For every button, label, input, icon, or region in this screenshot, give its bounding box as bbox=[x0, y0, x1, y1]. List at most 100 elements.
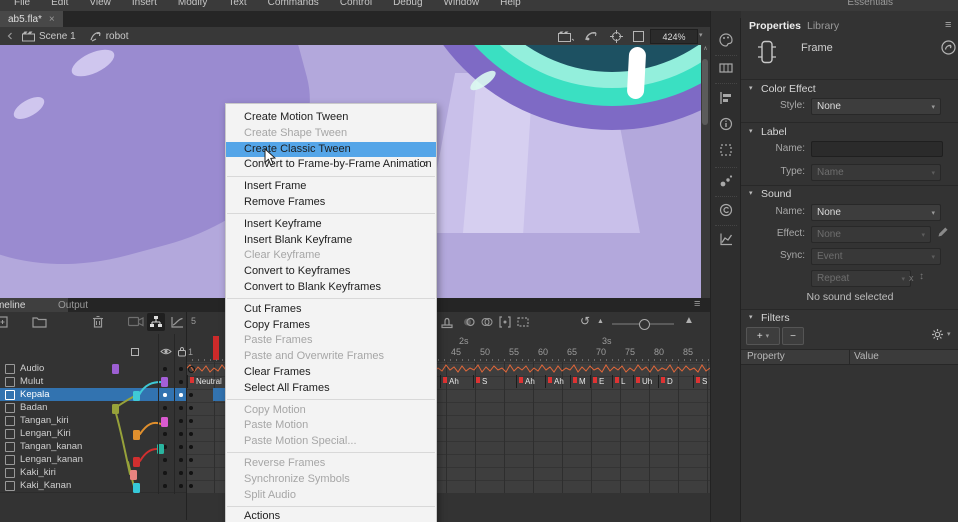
menu-window[interactable]: Window bbox=[444, 0, 480, 8]
mulut-keyframe[interactable]: Uh bbox=[633, 375, 659, 388]
menu-file[interactable]: File bbox=[14, 0, 30, 8]
new-folder-icon[interactable] bbox=[32, 315, 47, 328]
menu-item-cut-frames[interactable]: Cut Frames bbox=[226, 302, 436, 318]
style-select[interactable]: None ▾ bbox=[811, 98, 941, 115]
menu-debug[interactable]: Debug bbox=[393, 0, 422, 8]
remove-filter-button[interactable]: − bbox=[782, 327, 804, 345]
onion-skin-outlines-icon[interactable] bbox=[480, 315, 494, 329]
mulut-keyframe[interactable]: Neutral bbox=[187, 375, 224, 388]
center-stage-icon[interactable] bbox=[610, 30, 623, 43]
eye-icon[interactable] bbox=[160, 347, 172, 356]
document-tab[interactable]: ab5.fla* × bbox=[0, 11, 63, 27]
breadcrumb-symbol[interactable]: robot bbox=[106, 31, 129, 42]
menu-view[interactable]: View bbox=[89, 0, 111, 8]
close-tab-icon[interactable]: × bbox=[49, 14, 55, 25]
menu-item-create-motion-tween[interactable]: Create Motion Tween bbox=[226, 110, 436, 126]
pencil-icon[interactable] bbox=[937, 226, 949, 238]
stage-rotation-icon[interactable] bbox=[584, 30, 599, 42]
sound-name-select[interactable]: None ▾ bbox=[811, 204, 941, 221]
section-filters[interactable]: ▾ Filters bbox=[741, 313, 958, 326]
menu-modify[interactable]: Modify bbox=[178, 0, 207, 8]
menu-help[interactable]: Help bbox=[500, 0, 521, 8]
selected-frame-highlight[interactable] bbox=[213, 388, 225, 401]
section-label[interactable]: ▾ Label bbox=[741, 127, 958, 140]
menu-item-convert-to-blank-keyframes[interactable]: Convert to Blank Keyframes bbox=[226, 280, 436, 296]
menu-item-select-all-frames[interactable]: Select All Frames bbox=[226, 381, 436, 397]
mulut-keyframe[interactable]: D bbox=[658, 375, 694, 388]
section-sound[interactable]: ▾ Sound bbox=[741, 189, 958, 202]
info-icon[interactable] bbox=[719, 117, 733, 131]
timeline-zoom-in-icon[interactable]: ▲ bbox=[684, 315, 694, 326]
mulut-keyframe[interactable]: M bbox=[570, 375, 591, 388]
clip-content-icon[interactable] bbox=[633, 31, 644, 42]
chevron-down-icon[interactable]: ▾ bbox=[947, 330, 951, 338]
scroll-up-icon[interactable]: ∧ bbox=[701, 45, 710, 52]
menu-control[interactable]: Control bbox=[340, 0, 372, 8]
graph-icon[interactable] bbox=[719, 232, 733, 246]
circled-arrow-icon[interactable] bbox=[941, 40, 956, 55]
palette-icon[interactable] bbox=[719, 33, 733, 47]
menu-commands[interactable]: Commands bbox=[268, 0, 319, 8]
menu-item-insert-frame[interactable]: Insert Frame bbox=[226, 179, 436, 195]
timeline-panel-menu-icon[interactable]: ≡ bbox=[694, 298, 700, 310]
frames-icon[interactable] bbox=[719, 61, 733, 75]
particles-icon[interactable] bbox=[719, 174, 733, 188]
edit-multiple-frames-icon[interactable] bbox=[498, 315, 512, 329]
timeline-zoom-knob[interactable] bbox=[639, 319, 650, 330]
delete-layer-icon[interactable] bbox=[92, 315, 104, 328]
section-color-effect[interactable]: ▾ Color Effect bbox=[741, 84, 958, 97]
tab-output[interactable]: Output bbox=[48, 298, 98, 312]
menu-item-remove-frames[interactable]: Remove Frames bbox=[226, 195, 436, 211]
mulut-keyframe[interactable]: Ah bbox=[440, 375, 474, 388]
filter-options-gear-icon[interactable] bbox=[931, 328, 944, 341]
mulut-keyframe[interactable]: E bbox=[590, 375, 613, 388]
mulut-keyframe[interactable]: L bbox=[612, 375, 634, 388]
collapse-icon[interactable]: ▾ bbox=[749, 313, 753, 321]
label-name-input[interactable] bbox=[811, 141, 943, 157]
onion-skin-icon[interactable] bbox=[462, 315, 476, 329]
outline-column-icon[interactable] bbox=[131, 348, 139, 356]
menu-edit[interactable]: Edit bbox=[51, 0, 68, 8]
stamp-icon[interactable] bbox=[440, 315, 454, 329]
menu-item-actions[interactable]: Actions bbox=[226, 509, 436, 522]
tab-properties[interactable]: Properties bbox=[749, 18, 801, 34]
playhead[interactable] bbox=[213, 336, 219, 360]
zoom-chevron-icon[interactable]: ▾ bbox=[699, 31, 703, 39]
mulut-keyframe[interactable]: S bbox=[473, 375, 517, 388]
new-layer-icon[interactable] bbox=[0, 315, 9, 328]
mulut-keyframe[interactable]: Ah bbox=[545, 375, 571, 388]
layer-parenting-icon[interactable] bbox=[147, 313, 165, 331]
menu-item-insert-blank-keyframe[interactable]: Insert Blank Keyframe bbox=[226, 233, 436, 249]
timeline-zoom-out-icon[interactable]: ▲ bbox=[597, 318, 604, 325]
menu-item-clear-frames[interactable]: Clear Frames bbox=[226, 365, 436, 381]
repeat-stepper-icon[interactable]: ↕ bbox=[919, 271, 924, 282]
tab-library[interactable]: Library bbox=[807, 18, 839, 34]
scrollbar-thumb[interactable] bbox=[702, 59, 708, 125]
breadcrumb-scene[interactable]: Scene 1 bbox=[39, 31, 76, 42]
collapse-icon[interactable]: ▾ bbox=[749, 189, 753, 197]
menu-insert[interactable]: Insert bbox=[132, 0, 157, 8]
add-filter-button[interactable]: +▾ bbox=[746, 327, 780, 345]
menu-item-create-classic-tween[interactable]: Create Classic Tween bbox=[226, 142, 436, 158]
camera-toggle-icon[interactable] bbox=[558, 31, 574, 42]
menu-item-insert-keyframe[interactable]: Insert Keyframe bbox=[226, 217, 436, 233]
zoom-level-select[interactable]: 424% bbox=[650, 29, 698, 44]
loop-playback-icon[interactable]: ↺ bbox=[580, 314, 590, 328]
menu-item-copy-frames[interactable]: Copy Frames bbox=[226, 318, 436, 334]
creative-cloud-icon[interactable] bbox=[719, 203, 733, 217]
collapse-icon[interactable]: ▾ bbox=[749, 84, 753, 92]
camera-icon[interactable] bbox=[128, 315, 144, 327]
align-icon[interactable] bbox=[719, 91, 733, 105]
back-icon[interactable] bbox=[6, 32, 14, 40]
transform-icon[interactable] bbox=[719, 143, 733, 157]
menu-item-convert-to-keyframes[interactable]: Convert to Keyframes bbox=[226, 264, 436, 280]
properties-panel-menu-icon[interactable]: ≡ bbox=[945, 19, 951, 31]
canvas-vertical-scrollbar[interactable]: ∧ bbox=[701, 45, 710, 298]
mulut-keyframe[interactable]: S bbox=[693, 375, 711, 388]
workspace-switcher[interactable]: Essentials bbox=[847, 0, 893, 8]
menu-item-convert-frame-by-frame[interactable]: Convert to Frame-by-Frame Animation › bbox=[226, 157, 436, 173]
layer-depth-icon[interactable] bbox=[170, 315, 184, 329]
menu-text[interactable]: Text bbox=[228, 0, 246, 8]
mulut-keyframe[interactable]: Ah bbox=[516, 375, 546, 388]
collapse-icon[interactable]: ▾ bbox=[749, 127, 753, 135]
